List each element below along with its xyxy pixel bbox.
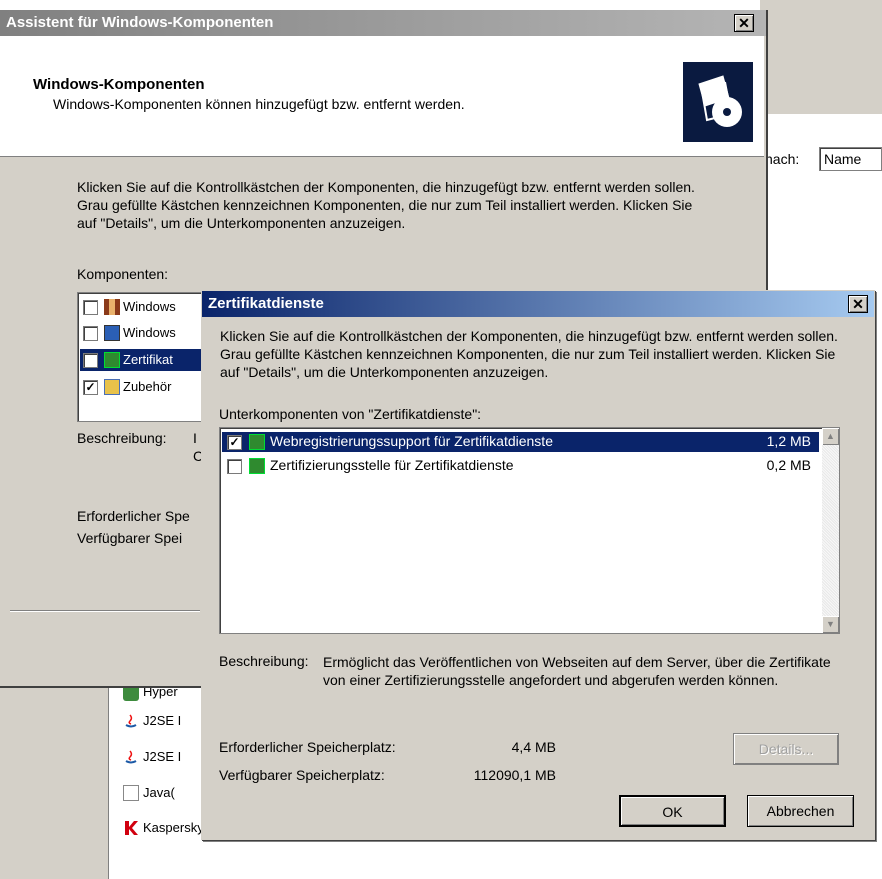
dialog-available-label: Verfügbarer Speicherplatz: bbox=[219, 767, 385, 783]
wizard-header-title: Windows-Komponenten bbox=[33, 76, 205, 93]
components-list[interactable]: Windows Windows ✓ Zertifikat ✓ Zubehör bbox=[77, 292, 209, 422]
java-icon bbox=[125, 750, 137, 764]
dialog-required-label: Erforderlicher Speicherplatz: bbox=[219, 739, 396, 755]
computer-icon bbox=[104, 325, 120, 341]
dialog-description-label: Beschreibung: bbox=[219, 653, 309, 669]
subcomponent-checkbox[interactable] bbox=[227, 459, 242, 474]
dialog-close-button[interactable]: ✕ bbox=[848, 295, 868, 313]
required-space-label: Erforderlicher Spe bbox=[77, 508, 190, 524]
list-item[interactable]: Windows bbox=[78, 297, 208, 317]
description-label: Beschreibung: bbox=[77, 430, 167, 446]
subcomponent-size: 0,2 MB bbox=[766, 457, 811, 473]
wizard-title: Assistent für Windows-Komponenten bbox=[6, 14, 274, 31]
subcomponents-list[interactable]: ✓ Webregistrierungssupport für Zertifika… bbox=[219, 427, 840, 634]
java-settings-icon bbox=[123, 785, 139, 801]
dialog-required-value: 4,4 MB bbox=[511, 739, 556, 755]
sort-label: nach: bbox=[765, 151, 800, 167]
certificate-icon bbox=[249, 458, 265, 474]
certificate-icon bbox=[249, 434, 265, 450]
subcomponent-checkbox[interactable]: ✓ bbox=[227, 435, 242, 450]
component-checkbox[interactable]: ✓ bbox=[83, 380, 98, 395]
dialog-titlebar: Zertifikatdienste bbox=[202, 291, 874, 317]
close-icon: ✕ bbox=[852, 296, 864, 312]
kaspersky-icon bbox=[125, 821, 138, 835]
sort-field-value: Name bbox=[824, 151, 862, 167]
dialog-description: Ermöglicht das Veröffentlichen von Webse… bbox=[323, 654, 831, 688]
dialog-title: Zertifikatdienste bbox=[208, 295, 324, 312]
dialog-instructions: Klicken Sie auf die Kontrollkästchen der… bbox=[220, 328, 838, 380]
list-item[interactable]: ✓ Zubehör bbox=[78, 377, 208, 397]
certificate-services-dialog: Zertifikatdienste ✕ Klicken Sie auf die … bbox=[201, 290, 875, 840]
subcomponents-label: Unterkomponenten von "Zertifikatdienste"… bbox=[219, 406, 482, 422]
component-checkbox[interactable]: ✓ bbox=[83, 353, 98, 368]
components-label: Komponenten: bbox=[77, 266, 169, 282]
java-icon bbox=[125, 714, 137, 728]
close-icon: ✕ bbox=[738, 15, 750, 31]
subcomponent-label: Zertifizierungsstelle für Zertifikatdien… bbox=[270, 457, 514, 473]
subcomponent-size: 1,2 MB bbox=[766, 433, 811, 449]
available-space-label: Verfügbarer Spei bbox=[77, 530, 183, 546]
cancel-button[interactable]: Abbrechen bbox=[747, 795, 854, 827]
scroll-down-button[interactable]: ▼ bbox=[822, 616, 839, 633]
wizard-header-subtitle: Windows-Komponenten können hinzugefügt b… bbox=[53, 96, 465, 112]
wizard-close-button[interactable]: ✕ bbox=[734, 14, 754, 32]
cd-box-icon bbox=[683, 62, 753, 142]
subcomponent-label: Webregistrierungssupport für Zertifikatd… bbox=[270, 433, 553, 449]
description-fragment: I bbox=[193, 430, 197, 446]
scroll-up-button[interactable]: ▲ bbox=[822, 428, 839, 445]
component-checkbox[interactable] bbox=[83, 326, 98, 341]
accessories-icon bbox=[104, 379, 120, 395]
sort-field[interactable]: Name bbox=[819, 147, 882, 171]
list-item[interactable]: Zertifizierungsstelle für Zertifikatdien… bbox=[222, 456, 819, 476]
background-window-left-pane bbox=[0, 686, 108, 879]
wizard-header: Windows-Komponenten Windows-Komponenten … bbox=[0, 36, 764, 157]
list-item[interactable]: Windows bbox=[78, 323, 208, 343]
list-item[interactable]: ✓ Zertifikat bbox=[80, 349, 208, 371]
wizard-titlebar: Assistent für Windows-Komponenten bbox=[0, 10, 766, 36]
details-button[interactable]: Details... bbox=[733, 733, 839, 765]
wizard-instructions: Klicken Sie auf die Kontrollkästchen der… bbox=[77, 179, 695, 231]
list-item[interactable]: ✓ Webregistrierungssupport für Zertifika… bbox=[222, 432, 819, 452]
dialog-available-value: 112090,1 MB bbox=[473, 767, 556, 783]
vertical-scrollbar[interactable]: ▲ ▼ bbox=[822, 428, 839, 633]
people-icon bbox=[104, 299, 120, 315]
wizard-button-divider bbox=[10, 610, 200, 612]
component-checkbox[interactable] bbox=[83, 300, 98, 315]
certificate-icon bbox=[104, 352, 120, 368]
ok-button[interactable]: OK bbox=[619, 795, 726, 827]
